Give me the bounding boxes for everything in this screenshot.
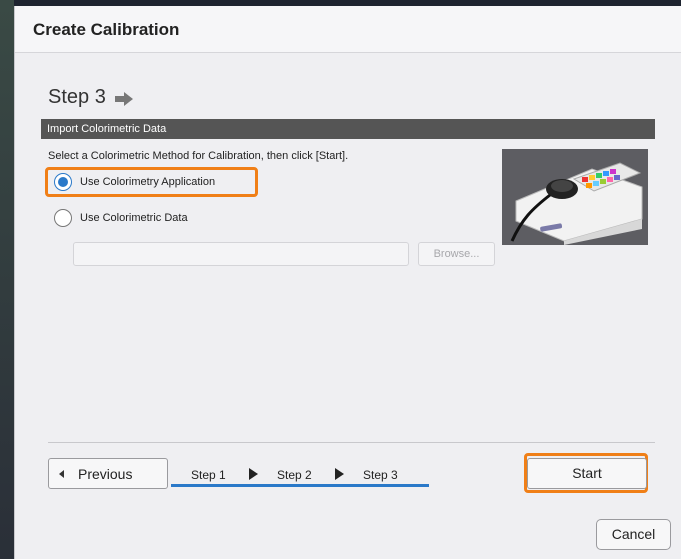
file-path-field[interactable] (73, 242, 409, 266)
step-arrow-icon (249, 468, 258, 480)
section-header: Import Colorimetric Data (41, 119, 655, 139)
option-label: Use Colorimetric Data (80, 212, 188, 224)
arrow-right-icon (114, 90, 134, 106)
step-progress-bar (171, 484, 429, 487)
step-arrow-icon (335, 468, 344, 480)
colorimeter-device-image (502, 149, 648, 245)
radio-unselected[interactable] (54, 209, 72, 227)
step-heading-label: Step 3 (48, 86, 106, 108)
step-label-3: Step 3 (363, 468, 398, 482)
previous-label: Previous (78, 465, 133, 482)
chevron-left-icon (59, 469, 64, 478)
background-window-edge (0, 0, 14, 559)
step-label-1: Step 1 (191, 468, 226, 482)
start-button[interactable]: Start (527, 458, 647, 489)
option-use-colorimetry-application[interactable]: Use Colorimetry Application (54, 173, 215, 191)
instruction-text: Select a Colorimetric Method for Calibra… (48, 150, 349, 162)
radio-selected[interactable] (54, 173, 72, 191)
dialog-titlebar: Create Calibration (15, 6, 681, 53)
option-use-colorimetric-data[interactable]: Use Colorimetric Data (54, 209, 188, 227)
previous-button[interactable]: Previous (48, 458, 168, 489)
dialog-title: Create Calibration (33, 20, 180, 39)
create-calibration-dialog: Create Calibration Step 3 Import Colorim… (14, 6, 681, 559)
cancel-button[interactable]: Cancel (596, 519, 671, 550)
step-heading: Step 3 (48, 86, 134, 109)
option-label: Use Colorimetry Application (80, 176, 216, 188)
browse-button[interactable]: Browse... (418, 242, 495, 266)
footer-divider (48, 442, 655, 443)
step-label-2: Step 2 (277, 468, 312, 482)
